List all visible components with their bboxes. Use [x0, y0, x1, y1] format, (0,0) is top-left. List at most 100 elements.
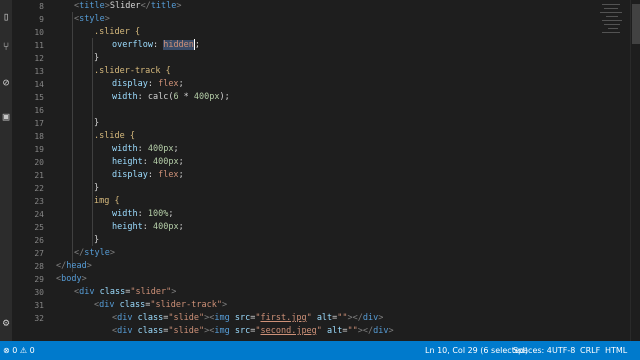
code-line: <body>	[56, 273, 87, 286]
line-number: 12	[34, 54, 44, 63]
css-brace: }	[94, 183, 100, 193]
tag-bracket: >	[378, 313, 384, 323]
css-brace: }	[94, 235, 100, 245]
tag-bracket: >	[388, 326, 394, 336]
attr-value: "slider-track"	[150, 300, 222, 310]
css-property: height	[112, 157, 143, 167]
code-line: .slide {	[94, 130, 135, 143]
code-line: .slider-track {	[94, 65, 171, 78]
tag-bracket: >	[171, 287, 177, 297]
css-colon: :	[147, 79, 159, 89]
errors-indicator[interactable]: ⊗ 0 ⚠ 0	[3, 341, 35, 360]
file-link[interactable]: first.jpg	[261, 313, 307, 323]
tag-bracket: </	[352, 313, 363, 323]
attr-name: alt	[327, 326, 343, 336]
file-link[interactable]: second.jpeg	[261, 326, 317, 336]
code-editor[interactable]: <title>Slider</title> <style> .slider { …	[52, 0, 592, 341]
error-count: 0	[12, 346, 18, 355]
css-brace: }	[94, 53, 100, 63]
css-colon: :	[137, 209, 148, 219]
css-value: 400px	[152, 222, 179, 232]
activity-bar: ▯ ⑂ ⊘ ▣ ⚙	[0, 0, 12, 341]
css-colon: :	[142, 157, 153, 167]
minimap[interactable]	[596, 0, 630, 60]
css-value: flex	[158, 170, 179, 180]
css-property: width	[112, 209, 138, 219]
tag-name: div	[99, 300, 115, 310]
tag-bracket: </	[56, 261, 67, 271]
tag-name: div	[117, 313, 133, 323]
attr-value: "slide"	[168, 313, 205, 323]
line-number: 16	[34, 106, 44, 115]
line-number: 19	[34, 145, 44, 154]
vertical-scrollbar[interactable]	[630, 0, 640, 341]
settings-icon[interactable]: ⚙	[0, 316, 12, 330]
code-line: width: 100%;	[112, 208, 173, 221]
tag-name: body	[61, 274, 82, 284]
tag-bracket: >	[221, 300, 228, 310]
line-number: 21	[34, 171, 44, 180]
line-number: 15	[34, 93, 44, 102]
code-line: <div class="slide"><img src="second.jpeg…	[112, 326, 394, 336]
code-line: }	[94, 182, 99, 195]
code-line: }	[94, 234, 99, 247]
line-number: 8	[39, 2, 44, 11]
tag-name: img	[214, 313, 230, 323]
encoding[interactable]: UTF-8	[552, 341, 575, 360]
line-number: 30	[34, 288, 44, 297]
code-line: <style>	[74, 13, 110, 26]
attr-value: ""	[337, 313, 348, 323]
source-control-icon[interactable]: ⑂	[0, 40, 12, 54]
line-number-gutter: 8 9 10 11 12 13 14 15 16 17 18 19 20 21 22 23 24 25 26 27 28…	[12, 0, 52, 341]
error-icon: ⊗	[3, 346, 10, 355]
css-selector: img {	[94, 196, 120, 206]
indent-guide	[72, 12, 73, 272]
indent-guide	[92, 38, 93, 246]
line-ending[interactable]: CRLF	[580, 341, 600, 360]
code-line: display: flex;	[112, 169, 184, 182]
css-property: display	[112, 79, 148, 89]
css-function-end: );	[219, 92, 230, 102]
attr-value: ""	[347, 326, 358, 336]
css-selector: .slide {	[94, 131, 135, 141]
css-function: calc(	[147, 92, 174, 102]
files-icon[interactable]: ▯	[0, 10, 12, 24]
line-number: 24	[34, 210, 44, 219]
code-line: height: 400px;	[112, 156, 184, 169]
code-line: <title>Slider</title>	[74, 0, 182, 13]
line-number: 23	[34, 197, 44, 206]
scrollbar-thumb[interactable]	[632, 4, 640, 44]
css-property: height	[112, 222, 143, 232]
extensions-icon[interactable]: ▣	[0, 110, 12, 124]
line-number: 28	[34, 262, 44, 271]
language-mode[interactable]: HTML	[605, 341, 627, 360]
css-colon: :	[152, 40, 164, 50]
css-semicolon: ;	[168, 209, 174, 219]
line-number: 20	[34, 158, 44, 167]
code-line: width: calc(6 * 400px);	[112, 91, 230, 104]
tag-name: img	[214, 326, 230, 336]
tag-name: title	[79, 1, 105, 11]
tag-bracket: </	[140, 1, 151, 11]
css-semicolon: ;	[194, 40, 201, 50]
code-line: <div class="slider-track">	[94, 299, 227, 312]
indentation[interactable]: Spaces: 4	[513, 341, 552, 360]
css-semicolon: ;	[178, 79, 184, 89]
attr-name: class	[99, 287, 126, 297]
css-selector: .slider {	[94, 27, 141, 37]
css-semicolon: ;	[173, 144, 179, 154]
code-line: <div class="slide"><img src="first.jpg" …	[112, 313, 384, 323]
line-number: 31	[34, 301, 44, 310]
warning-count: 0	[29, 346, 35, 355]
attr-name: class	[119, 300, 146, 310]
css-value: 400px	[147, 144, 174, 154]
line-number: 29	[34, 275, 44, 284]
code-line: display: flex;	[112, 78, 184, 91]
tag-bracket: >	[104, 14, 110, 24]
debug-icon[interactable]: ⊘	[0, 76, 12, 90]
code-line: }	[94, 52, 99, 65]
code-line: img {	[94, 195, 120, 208]
line-number: 18	[34, 132, 44, 141]
tag-bracket: </	[362, 326, 374, 336]
line-number: 13	[34, 67, 44, 76]
